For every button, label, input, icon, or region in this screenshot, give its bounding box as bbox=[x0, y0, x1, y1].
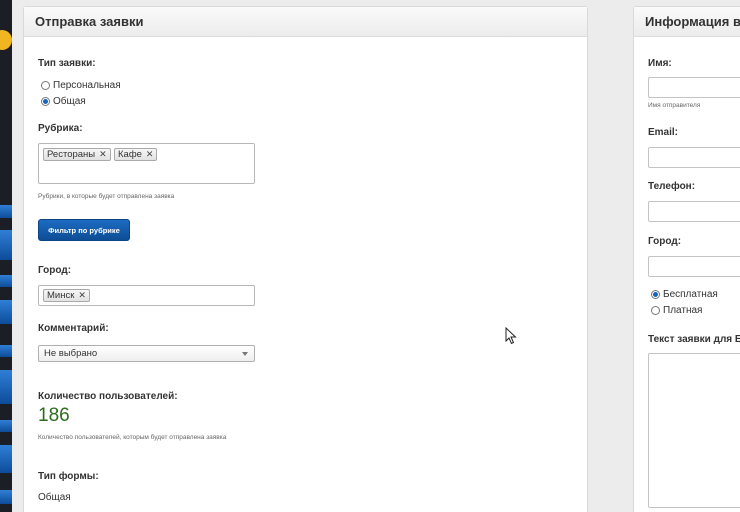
rubric-tag[interactable]: Рестораны ✕ bbox=[43, 148, 111, 161]
decorative-block bbox=[0, 300, 12, 324]
email-text-label: Текст заявки для Em bbox=[648, 334, 740, 345]
radio-paid-label: Платная bbox=[663, 305, 703, 316]
radio-personal-indicator[interactable] bbox=[41, 81, 50, 90]
radio-free-indicator[interactable] bbox=[651, 290, 660, 299]
remove-tag-icon[interactable]: ✕ bbox=[99, 149, 107, 160]
comment-label: Комментарий: bbox=[38, 323, 109, 334]
comment-select-value: Не выбрано bbox=[44, 348, 98, 359]
radio-general-label: Общая bbox=[53, 96, 86, 107]
decorative-block bbox=[0, 445, 12, 473]
radio-general[interactable]: Общая bbox=[41, 96, 86, 107]
name-input[interactable] bbox=[648, 77, 740, 98]
city-tag[interactable]: Минск ✕ bbox=[43, 289, 90, 302]
form-type-value: Общая bbox=[38, 492, 71, 503]
radio-personal[interactable]: Персональная bbox=[41, 80, 121, 91]
decorative-block bbox=[0, 490, 12, 504]
decorative-block bbox=[0, 345, 12, 357]
info-panel: Информация в з Имя: Имя отправителя Emai… bbox=[633, 6, 740, 512]
email-text-textarea[interactable] bbox=[648, 353, 740, 508]
email-label: Email: bbox=[648, 127, 679, 138]
rubric-tag-label: Рестораны bbox=[47, 149, 96, 160]
users-count-value: 186 bbox=[38, 405, 70, 426]
decorative-block bbox=[0, 230, 12, 260]
remove-tag-icon[interactable]: ✕ bbox=[78, 290, 86, 301]
rubric-multiselect[interactable]: Рестораны ✕ Кафе ✕ bbox=[38, 143, 255, 184]
radio-paid-indicator[interactable] bbox=[651, 306, 660, 315]
city-info-label: Город: bbox=[648, 236, 682, 247]
decorative-block bbox=[0, 275, 12, 287]
city-tag-label: Минск bbox=[47, 290, 75, 301]
radio-personal-label: Персональная bbox=[53, 80, 121, 91]
request-type-label: Тип заявки: bbox=[38, 58, 96, 69]
city-multiselect[interactable]: Минск ✕ bbox=[38, 285, 255, 306]
phone-input[interactable] bbox=[648, 201, 740, 222]
email-input[interactable] bbox=[648, 147, 740, 168]
request-panel-title: Отправка заявки bbox=[35, 14, 144, 29]
request-panel-header: Отправка заявки bbox=[24, 7, 587, 37]
radio-paid[interactable]: Платная bbox=[651, 305, 702, 316]
chevron-down-icon bbox=[242, 352, 248, 356]
radio-free[interactable]: Бесплатная bbox=[651, 289, 718, 300]
background-strip bbox=[0, 0, 12, 512]
decorative-block bbox=[0, 370, 12, 404]
decorative-circle bbox=[0, 30, 12, 50]
radio-free-label: Бесплатная bbox=[663, 289, 718, 300]
rubric-hint: Рубрики, в которые будет отправлена заяв… bbox=[38, 193, 175, 200]
comment-select[interactable]: Не выбрано bbox=[38, 345, 255, 362]
phone-label: Телефон: bbox=[648, 181, 696, 192]
request-panel: Отправка заявки Тип заявки: Персональная… bbox=[23, 6, 588, 512]
decorative-block bbox=[0, 205, 12, 218]
form-type-label: Тип формы: bbox=[38, 471, 99, 482]
name-hint: Имя отправителя bbox=[648, 102, 701, 109]
rubric-label: Рубрика: bbox=[38, 123, 83, 134]
remove-tag-icon[interactable]: ✕ bbox=[146, 149, 154, 160]
info-panel-header: Информация в з bbox=[634, 7, 740, 37]
rubric-tag-label: Кафе bbox=[118, 149, 142, 160]
users-count-hint: Количество пользователей, которым будет … bbox=[38, 434, 227, 441]
city-label: Город: bbox=[38, 265, 72, 276]
city-input[interactable] bbox=[648, 256, 740, 277]
users-count-label: Количество пользователей: bbox=[38, 391, 178, 402]
mouse-cursor-icon bbox=[505, 327, 517, 345]
filter-by-rubric-button[interactable]: Фильтр по рубрике bbox=[38, 219, 130, 241]
info-panel-title: Информация в з bbox=[645, 14, 740, 29]
rubric-tag[interactable]: Кафе ✕ bbox=[114, 148, 158, 161]
name-label: Имя: bbox=[648, 58, 672, 69]
radio-general-indicator[interactable] bbox=[41, 97, 50, 106]
decorative-block bbox=[0, 420, 12, 432]
